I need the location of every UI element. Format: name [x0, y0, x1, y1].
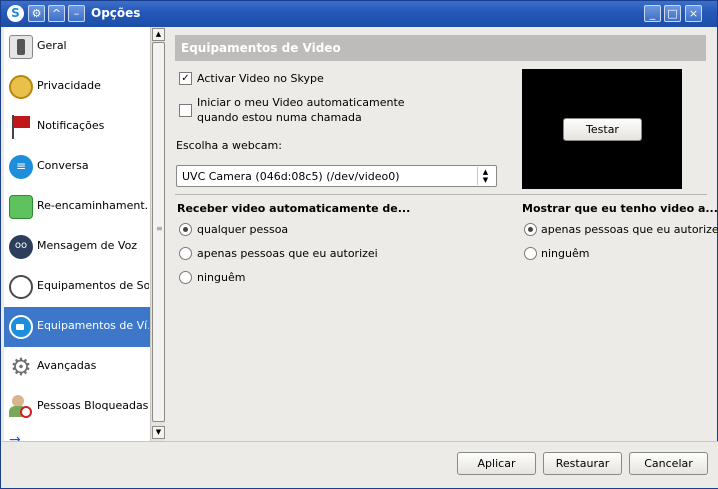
webcam-select[interactable]: UVC Camera (046d:08c5) (/dev/video0) ▲ ▼	[176, 165, 497, 187]
options-sidebar: Geral Privacidade Notificações ≡ Convers…	[4, 27, 150, 441]
sidebar-item-partial[interactable]: ⇄	[4, 427, 150, 441]
scroll-up-icon[interactable]: ▲	[152, 28, 165, 41]
sidebar-item-privacidade[interactable]: Privacidade	[4, 67, 150, 107]
sidebar-item-label: Avançadas	[37, 359, 97, 372]
voicemail-icon: oo	[9, 235, 33, 259]
cancel-button[interactable]: Cancelar	[629, 452, 708, 475]
sidebar-item-label: Conversa	[37, 159, 89, 172]
sidebar-item-reencaminhamento[interactable]: Re-encaminhament...	[4, 187, 150, 227]
sidebar-item-label: Equipamentos de Som	[37, 279, 149, 292]
activate-video-label: Activar Video no Skype	[197, 72, 324, 85]
show-heading: Mostrar que eu tenho video a...	[522, 202, 718, 215]
headset-icon	[9, 275, 33, 299]
show-authorized-radio[interactable]	[524, 223, 537, 236]
restore-button[interactable]: Restaurar	[543, 452, 622, 475]
chat-icon: ≡	[9, 155, 33, 179]
sidebar-item-notificacoes[interactable]: Notificações	[4, 107, 150, 147]
video-settings-panel: Equipamentos de Video ✓ Activar Video no…	[166, 27, 718, 441]
receive-anyone-radio[interactable]	[179, 223, 192, 236]
autostart-video-checkbox[interactable]	[179, 104, 192, 117]
updown-icon: ▲ ▼	[477, 167, 493, 185]
scroll-down-icon[interactable]: ▼	[152, 426, 165, 439]
receive-nobody-radio[interactable]	[179, 271, 192, 284]
forward-icon	[9, 195, 33, 219]
autostart-video-label-line1: Iniciar o meu Video automaticamente	[197, 96, 405, 109]
receive-heading: Receber video automaticamente de...	[177, 202, 411, 215]
dash-icon[interactable]: –	[68, 5, 85, 22]
sidebar-item-conversa[interactable]: ≡ Conversa	[4, 147, 150, 187]
video-preview: Testar	[522, 69, 682, 189]
receive-authorized-label: apenas pessoas que eu autorizei	[197, 247, 378, 260]
blocked-user-icon	[9, 395, 33, 419]
window-title: Opções	[91, 6, 141, 20]
sidebar-item-equipamentos-video[interactable]: Equipamentos de Ví...	[4, 307, 150, 347]
switch-icon	[9, 35, 33, 59]
sidebar-item-equipamentos-som[interactable]: Equipamentos de Som	[4, 267, 150, 307]
webcam-label: Escolha a webcam:	[176, 139, 282, 152]
flag-icon	[9, 115, 33, 139]
sidebar-item-label: Mensagem de Voz	[37, 239, 138, 252]
video-icon	[9, 315, 33, 339]
sidebar-scrollbar[interactable]: ▲ ≡ ▼	[150, 27, 165, 441]
sidebar-item-label: Geral	[37, 39, 67, 52]
skype-icon[interactable]: S	[7, 5, 24, 22]
minimize-icon[interactable]: _	[644, 5, 661, 22]
settings-icon[interactable]: ⚙	[28, 5, 45, 22]
sidebar-item-label: Re-encaminhament...	[37, 199, 149, 212]
dialog-footer: Aplicar Restaurar Cancelar	[2, 441, 718, 488]
test-button[interactable]: Testar	[563, 118, 642, 141]
scroll-thumb[interactable]: ≡	[152, 42, 165, 422]
grip-icon: ≡	[156, 224, 163, 233]
title-bar[interactable]: S ⚙ ^ – Opções _ □ ×	[1, 1, 717, 27]
selected-dot	[528, 227, 533, 232]
apply-button[interactable]: Aplicar	[457, 452, 536, 475]
sidebar-item-avancadas[interactable]: ⚙ Avançadas	[4, 347, 150, 387]
webcam-select-value: UVC Camera (046d:08c5) (/dev/video0)	[182, 170, 400, 183]
sidebar-item-label: Privacidade	[37, 79, 101, 92]
autostart-video-label-line2: quando estou numa chamada	[197, 111, 362, 124]
receive-authorized-radio[interactable]	[179, 247, 192, 260]
receive-anyone-label: qualquer pessoa	[197, 223, 289, 236]
up-arrow-icon[interactable]: ^	[48, 5, 65, 22]
show-authorized-label: apenas pessoas que eu autorizei	[541, 223, 718, 236]
activate-video-checkbox[interactable]: ✓	[179, 72, 192, 85]
lock-icon	[9, 75, 33, 99]
options-window: S ⚙ ^ – Opções _ □ × Geral Privacidade N…	[0, 0, 718, 489]
gear-icon: ⚙	[10, 353, 32, 381]
divider	[175, 194, 707, 195]
close-icon[interactable]: ×	[685, 5, 702, 22]
sidebar-item-mensagem-voz[interactable]: oo Mensagem de Voz	[4, 227, 150, 267]
sidebar-item-label: Equipamentos de Ví...	[37, 319, 149, 332]
sidebar-item-geral[interactable]: Geral	[4, 27, 150, 67]
receive-nobody-label: ninguêm	[197, 271, 246, 284]
sidebar-item-label: Notificações	[37, 119, 105, 132]
maximize-icon[interactable]: □	[664, 5, 681, 22]
section-header: Equipamentos de Video	[175, 35, 706, 61]
sidebar-item-label: Pessoas Bloqueadas	[37, 399, 149, 412]
sidebar-item-pessoas-bloqueadas[interactable]: Pessoas Bloqueadas	[4, 387, 150, 427]
selected-dot	[183, 227, 188, 232]
show-nobody-label: ninguêm	[541, 247, 590, 260]
show-nobody-radio[interactable]	[524, 247, 537, 260]
